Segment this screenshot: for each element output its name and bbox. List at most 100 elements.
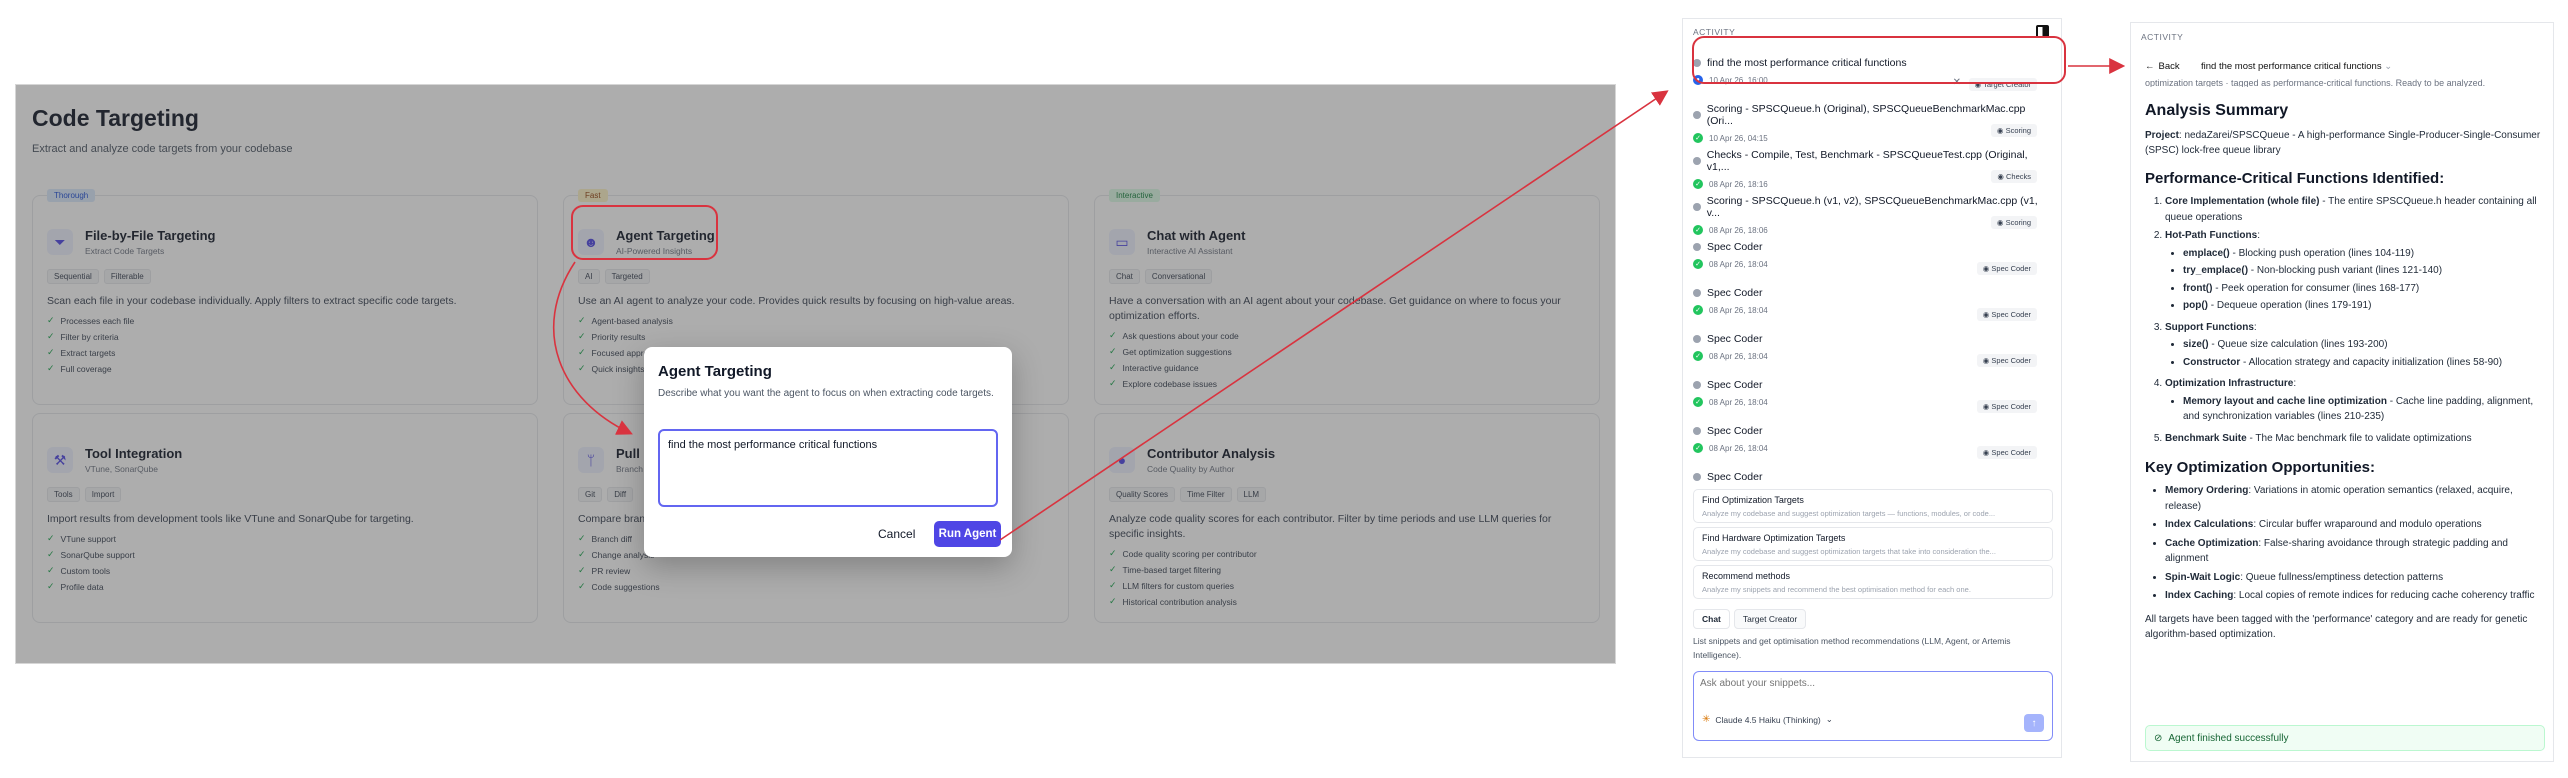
status-dot-icon [1693, 473, 1701, 481]
activity-detail-panel: ACTIVITY ← Back find the most performance… [2130, 22, 2554, 762]
status-dot-icon [1693, 381, 1701, 389]
summary-heading: Analysis Summary [2145, 102, 2289, 119]
suggestion-card[interactable]: Find Optimization Targets Analyze my code… [1693, 489, 2053, 523]
activity-time: 10 Apr 26, 04:15 [1709, 133, 1768, 143]
activity-time: 08 Apr 26, 18:04 [1709, 443, 1768, 453]
cancel-button[interactable]: Cancel [878, 527, 915, 541]
activity-title: Spec Coder [1707, 241, 1763, 253]
chat-box: ✳ Claude 4.5 Haiku (Thinking) ⌄ ↑ [1693, 671, 2053, 741]
item-name: pop() [2183, 300, 2208, 312]
check-circle-icon: ✓ [1693, 305, 1703, 315]
activity-item[interactable]: Spec Coder ✓ 08 Apr 26, 18:04 ◉ Spec Coder [1693, 287, 2043, 331]
agent-targeting-dialog: Agent Targeting Describe what you want t… [644, 347, 1012, 557]
detail-header: ACTIVITY [2141, 32, 2184, 42]
status-dot-icon [1693, 157, 1701, 165]
item-text: - Blocking push operation (lines 104-119… [2229, 247, 2415, 259]
activity-item[interactable]: Scoring - SPSCQueue.h (v1, v2), SPSCQueu… [1693, 195, 2043, 239]
check-circle-icon: ✓ [1693, 397, 1703, 407]
activity-item[interactable]: Spec Coder ✓ 08 Apr 26, 18:04 ◉ Spec Coder [1693, 425, 2043, 469]
list-item: Support Functions: size() - Queue size c… [2165, 320, 2545, 371]
activity-item[interactable]: Scoring - SPSCQueue.h (Original), SPSCQu… [1693, 103, 2043, 147]
activity-time: 08 Apr 26, 18:04 [1709, 259, 1768, 269]
success-text: Agent finished successfully [2168, 732, 2289, 744]
list-item: pop() - Dequeue operation (lines 179-191… [2183, 298, 2545, 314]
check-circle-icon: ✓ [1693, 443, 1703, 453]
activity-title: Spec Coder [1707, 425, 1763, 437]
list-item: Cache Optimization: False-sharing avoida… [2165, 536, 2545, 567]
list-item: Benchmark Suite - The Mac benchmark file… [2165, 431, 2545, 447]
list-item: Core Implementation (whole file) - The e… [2165, 194, 2545, 225]
run-agent-button[interactable]: Run Agent [934, 521, 1001, 547]
badge-icon: ◉ [1996, 126, 2006, 135]
chat-input[interactable] [1700, 678, 2040, 689]
send-icon[interactable]: ↑ [2024, 714, 2044, 732]
item-name: Constructor [2183, 356, 2241, 368]
success-banner: ⊘ Agent finished successfully [2145, 725, 2545, 751]
badge-icon: ◉ [1997, 172, 2006, 181]
support-list: size() - Queue size calculation (lines 1… [2165, 337, 2545, 370]
model-selector[interactable]: ✳ Claude 4.5 Haiku (Thinking) ⌄ [1702, 714, 1833, 725]
activity-time: 08 Apr 26, 18:04 [1709, 305, 1768, 315]
activity-title-row: Spec Coder [1693, 379, 2043, 391]
suggestion-desc: Analyze my snippets and recommend the be… [1702, 585, 1971, 594]
hot-label: Hot-Path Functions [2165, 230, 2258, 242]
suggestion-card[interactable]: Recommend methods Analyze my snippets and… [1693, 565, 2053, 599]
activity-item[interactable]: Spec Coder ✓ 08 Apr 26, 18:04 ◉ Spec Coder [1693, 241, 2043, 285]
back-button[interactable]: ← Back [2145, 61, 2180, 72]
list-item: Index Calculations: Circular buffer wrap… [2165, 517, 2545, 533]
activity-title-row: Scoring - SPSCQueue.h (v1, v2), SPSCQueu… [1693, 195, 2043, 219]
chevron-down-icon: ⌄ [2384, 61, 2393, 72]
list-item: front() - Peek operation for consumer (l… [2183, 281, 2545, 297]
item-name: Spin-Wait Logic [2165, 571, 2241, 583]
activity-title-row: Checks - Compile, Test, Benchmark - SPSC… [1693, 149, 2043, 173]
infra-label: Optimization Infrastructure [2165, 378, 2294, 390]
panel-tabs: Chat Target Creator [1693, 609, 1807, 629]
badge-label: Spec Coder [1991, 264, 2031, 273]
support-label: Support Functions [2165, 321, 2254, 333]
list-item: Optimization Infrastructure: Memory layo… [2165, 376, 2545, 425]
tab-chat[interactable]: Chat [1693, 609, 1730, 629]
activity-time: 08 Apr 26, 18:16 [1709, 179, 1768, 189]
status-dot-icon [1693, 335, 1701, 343]
item-name: Memory layout and cache line optimizatio… [2183, 395, 2387, 407]
list-item: Memory layout and cache line optimizatio… [2183, 394, 2545, 425]
model-name: Claude 4.5 Haiku (Thinking) [1715, 714, 1821, 725]
badge-label: Spec Coder [1991, 310, 2031, 319]
check-circle-icon: ✓ [1693, 179, 1703, 189]
project-text: : nedaZarei/SPSCQueue - A high-performan… [2145, 129, 2541, 157]
activity-badge: ◉ Spec Coder [1976, 308, 2037, 321]
agent-focus-input[interactable] [658, 429, 998, 507]
item-text: : Circular buffer wraparound and modulo … [2253, 519, 2482, 531]
arrow-left-icon: ← [2145, 61, 2155, 72]
bench-text: - The Mac benchmark file to validate opt… [2246, 432, 2472, 444]
activity-title: Spec Coder [1707, 379, 1763, 391]
activity-time: 08 Apr 26, 18:06 [1709, 225, 1768, 235]
badge-label: Spec Coder [1991, 356, 2031, 365]
item-name: emplace() [2183, 247, 2230, 259]
list-item: Index Caching: Local copies of remote in… [2165, 588, 2545, 604]
suggestion-card[interactable]: Find Hardware Optimization Targets Analyz… [1693, 527, 2053, 561]
core-label: Core Implementation (whole file) [2165, 196, 2320, 208]
list-item: try_emplace() - Non-blocking push varian… [2183, 263, 2545, 279]
activity-badge: ◉ Spec Coder [1976, 354, 2037, 367]
infra-list: Memory layout and cache line optimizatio… [2165, 394, 2545, 425]
activity-title-row: Scoring - SPSCQueue.h (Original), SPSCQu… [1693, 103, 2043, 127]
badge-icon: ◉ [1996, 218, 2006, 227]
activity-item[interactable]: Spec Coder ✓ 08 Apr 26, 18:04 ◉ Spec Coder [1693, 379, 2043, 423]
dialog-description: Describe what you want the agent to focu… [658, 388, 994, 399]
detail-query[interactable]: find the most performance critical funct… [2201, 61, 2392, 72]
status-dot-icon [1693, 111, 1701, 119]
tab-target-creator[interactable]: Target Creator [1733, 609, 1807, 629]
chevron-down-icon: ⌄ [1825, 714, 1833, 724]
critical-list: Core Implementation (whole file) - The e… [2145, 194, 2545, 446]
item-text: - Peek operation for consumer (lines 168… [2212, 282, 2420, 294]
activity-item[interactable]: Spec Coder ✓ 08 Apr 26, 18:04 ◉ Spec Coder [1693, 333, 2043, 377]
check-circle-icon: ✓ [1693, 225, 1703, 235]
activity-item[interactable]: Checks - Compile, Test, Benchmark - SPSC… [1693, 149, 2043, 193]
activity-title-row: Spec Coder [1693, 241, 2043, 253]
item-text: - Non-blocking push variant (lines 121-1… [2248, 265, 2443, 277]
activity-panel: ACTIVITY find the most performance criti… [1682, 18, 2062, 758]
badge-label: Checks [2005, 172, 2031, 181]
badge-label: Scoring [2005, 126, 2031, 135]
item-name: Memory Ordering [2165, 485, 2249, 497]
